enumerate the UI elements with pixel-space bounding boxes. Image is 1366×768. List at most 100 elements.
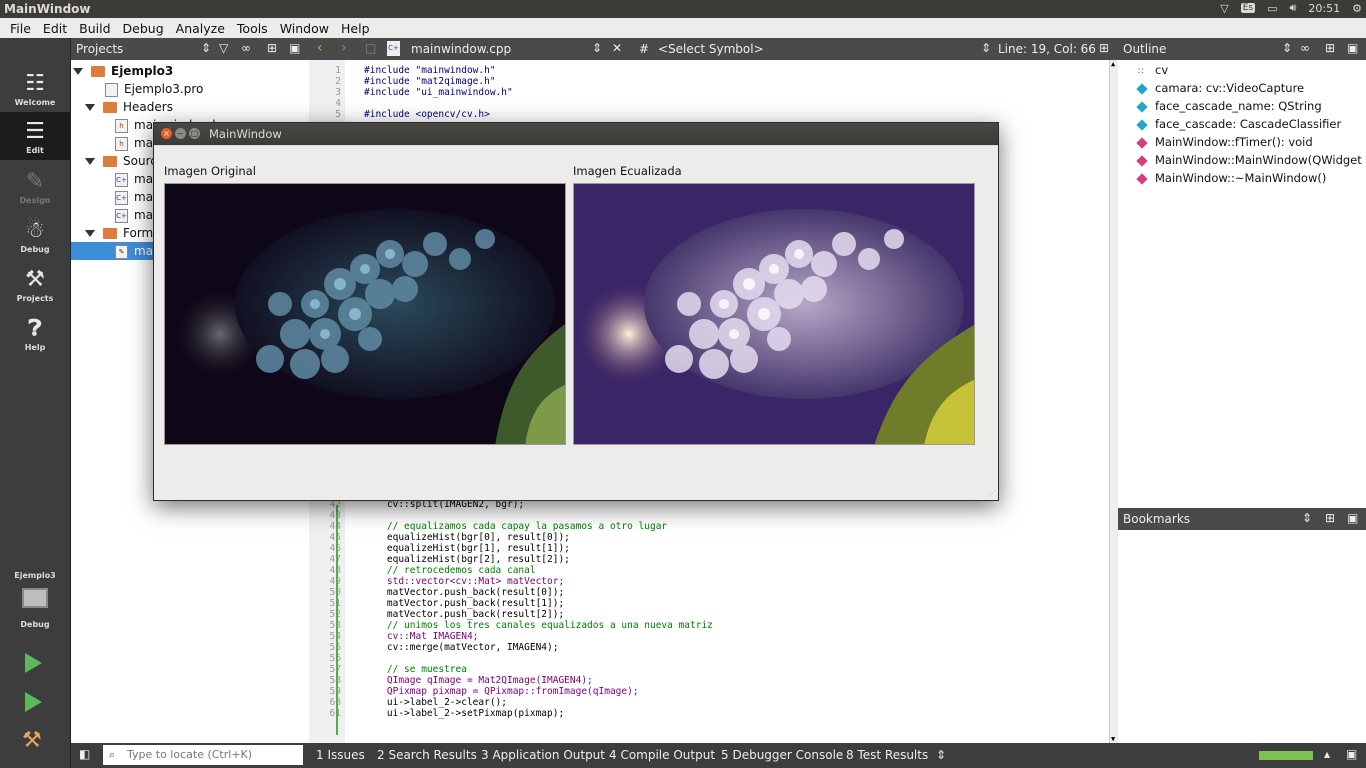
build-hammer-icon[interactable]: ⚒: [22, 728, 42, 753]
code-line[interactable]: ui->label_2->setPixmap(pixmap);: [364, 708, 564, 719]
outline-item[interactable]: MainWindow::fTimer(): void: [1136, 133, 1313, 151]
menu-help[interactable]: Help: [335, 21, 376, 36]
menu-file[interactable]: File: [4, 21, 37, 36]
mode-edit[interactable]: ☰ Edit: [0, 112, 70, 160]
link-icon[interactable]: ∞: [241, 41, 251, 55]
open-document-selector[interactable]: mainwindow.cpp: [411, 42, 511, 56]
battery-icon[interactable]: ▭: [1267, 2, 1277, 15]
mode-help[interactable]: ❓︎ Help: [0, 309, 70, 357]
tab-search-results[interactable]: 2 Search Results: [377, 748, 477, 762]
code-line[interactable]: #include "mainwindow.h": [364, 65, 496, 76]
tab-test-results[interactable]: 8 Test Results: [846, 748, 928, 762]
outline-item[interactable]: MainWindow::MainWindow(QWidget *): [1136, 151, 1366, 169]
code-line[interactable]: std::vector<cv::Mat> matVector;: [364, 576, 564, 587]
code-line[interactable]: // se muestrea: [364, 664, 467, 675]
split-icon[interactable]: ⊞: [1325, 41, 1335, 55]
outline-item[interactable]: ∷ cv: [1138, 61, 1168, 79]
mode-debug[interactable]: ☃ Debug: [0, 211, 70, 259]
projects-view-selector[interactable]: Projects: [76, 42, 123, 56]
editor-scrollbar[interactable]: ▲ ▼: [1109, 60, 1118, 743]
code-line[interactable]: // unimos los tres canales equalizados a…: [364, 620, 713, 631]
menu-analyze[interactable]: Analyze: [170, 21, 231, 36]
menu-debug[interactable]: Debug: [117, 21, 170, 36]
outline-item[interactable]: MainWindow::~MainWindow(): [1136, 169, 1326, 187]
code-line[interactable]: QPixmap pixmap = QPixmap::fromImage(qIma…: [364, 686, 639, 697]
code-line[interactable]: equalizeHist(bgr[2], result[2]);: [364, 554, 570, 565]
settings-gear-icon[interactable]: ⚙: [1352, 2, 1362, 15]
back-arrow-icon[interactable]: ‹: [317, 40, 323, 56]
scroll-down-icon[interactable]: ▼: [1111, 735, 1115, 743]
code-line[interactable]: // equalizamos cada capay la pasamos a o…: [364, 521, 667, 532]
monitor-icon[interactable]: [22, 588, 48, 608]
menu-tools[interactable]: Tools: [231, 21, 274, 36]
close-document-icon[interactable]: ✕: [612, 41, 622, 55]
locator-input[interactable]: ⌕ Type to locate (Ctrl+K): [103, 745, 303, 765]
cursor-position[interactable]: Line: 19, Col: 66: [998, 42, 1096, 56]
tree-item-project[interactable]: Ejemplo3: [73, 62, 173, 80]
document-arrows-icon[interactable]: ⇕: [592, 41, 602, 55]
tab-application-output[interactable]: 3 Application Output: [481, 748, 605, 762]
close-pane-icon[interactable]: ▣: [1347, 511, 1358, 525]
volume-icon[interactable]: 🔊︎: [1289, 1, 1296, 15]
more-tabs-arrows-icon[interactable]: ⇕: [936, 748, 946, 762]
split-icon[interactable]: ⊞: [1099, 41, 1109, 55]
scroll-up-icon[interactable]: ▲: [1111, 60, 1115, 68]
selector-arrows-icon[interactable]: ⇕: [201, 41, 211, 55]
mode-design[interactable]: ✎ Design: [0, 162, 70, 210]
code-line[interactable]: matVector.push_back(result[2]);: [364, 609, 564, 620]
tree-item-pro-file[interactable]: Ejemplo3.pro: [105, 80, 203, 98]
forward-arrow-icon[interactable]: ›: [341, 40, 347, 56]
filter-icon[interactable]: ▽: [219, 41, 228, 55]
tab-compile-output[interactable]: 4 Compile Output: [609, 748, 715, 762]
menu-build[interactable]: Build: [73, 21, 116, 36]
outline-item[interactable]: camara: cv::VideoCapture: [1136, 79, 1304, 97]
close-pane-icon[interactable]: ▣: [1347, 41, 1358, 55]
minimize-window-icon[interactable]: −: [175, 128, 186, 139]
code-line[interactable]: #include <opencv/cv.h>: [364, 109, 490, 120]
tree-item-forms[interactable]: Forms: [85, 224, 159, 242]
close-window-icon[interactable]: ×: [161, 128, 172, 139]
mode-welcome[interactable]: ☷ Welcome: [0, 64, 70, 112]
run-icon[interactable]: [25, 653, 42, 673]
tree-item-headers[interactable]: Headers: [85, 98, 173, 116]
code-line[interactable]: equalizeHist(bgr[0], result[0]);: [364, 532, 570, 543]
expand-arrow-icon[interactable]: [85, 158, 95, 165]
close-output-icon[interactable]: ▣: [1346, 747, 1357, 761]
clock[interactable]: 20:51: [1308, 2, 1340, 15]
symbol-selector[interactable]: <Select Symbol>: [658, 42, 764, 56]
bookmarks-view-selector[interactable]: Bookmarks: [1123, 512, 1190, 526]
selector-arrows-icon[interactable]: ⇕: [1282, 41, 1292, 55]
menu-window[interactable]: Window: [274, 21, 335, 36]
window-titlebar[interactable]: × − □ MainWindow: [154, 123, 998, 145]
outline-item[interactable]: face_cascade_name: QString: [1136, 97, 1322, 115]
mode-projects[interactable]: ⚒ Projects: [0, 260, 70, 308]
split-icon[interactable]: ⊞: [1325, 511, 1335, 525]
expand-arrow-icon[interactable]: [85, 230, 95, 237]
code-line[interactable]: // retrocedemos cada canal: [364, 565, 536, 576]
code-line[interactable]: matVector.push_back(result[1]);: [364, 598, 564, 609]
close-pane-icon[interactable]: ▣: [289, 41, 300, 55]
link-icon[interactable]: ∞: [1300, 41, 1310, 55]
expand-arrow-icon[interactable]: [85, 104, 95, 111]
selector-arrows-icon[interactable]: ⇕: [1302, 511, 1312, 525]
outline-item[interactable]: face_cascade: CascadeClassifier: [1136, 115, 1341, 133]
keyboard-layout-indicator[interactable]: Es: [1240, 3, 1256, 13]
toggle-sidebar-icon[interactable]: ◧: [79, 747, 90, 761]
code-line[interactable]: #include "mat2qimage.h": [364, 76, 496, 87]
expand-arrow-icon[interactable]: [73, 68, 83, 75]
resize-grip-icon[interactable]: ⋰: [988, 489, 996, 498]
wifi-icon[interactable]: ▽: [1220, 2, 1228, 15]
outline-view-selector[interactable]: Outline: [1123, 42, 1166, 56]
tab-issues[interactable]: 1 Issues: [316, 748, 365, 762]
expand-output-icon[interactable]: ▴: [1324, 747, 1330, 761]
code-line[interactable]: QImage qImage = Mat2QImage(IMAGEN4);: [364, 675, 593, 686]
code-line[interactable]: ui->label_2->clear();: [364, 697, 507, 708]
split-icon[interactable]: ⊞: [267, 41, 277, 55]
debug-run-icon[interactable]: [25, 692, 42, 712]
symbol-arrows-icon[interactable]: ⇕: [981, 41, 991, 55]
code-line[interactable]: #include "ui_mainwindow.h": [364, 87, 513, 98]
code-line[interactable]: matVector.push_back(result[0]);: [364, 587, 564, 598]
code-line[interactable]: equalizeHist(bgr[1], result[1]);: [364, 543, 570, 554]
code-line[interactable]: cv::merge(matVector, IMAGEN4);: [364, 642, 559, 653]
tab-debugger-console[interactable]: 5 Debugger Console: [721, 748, 843, 762]
